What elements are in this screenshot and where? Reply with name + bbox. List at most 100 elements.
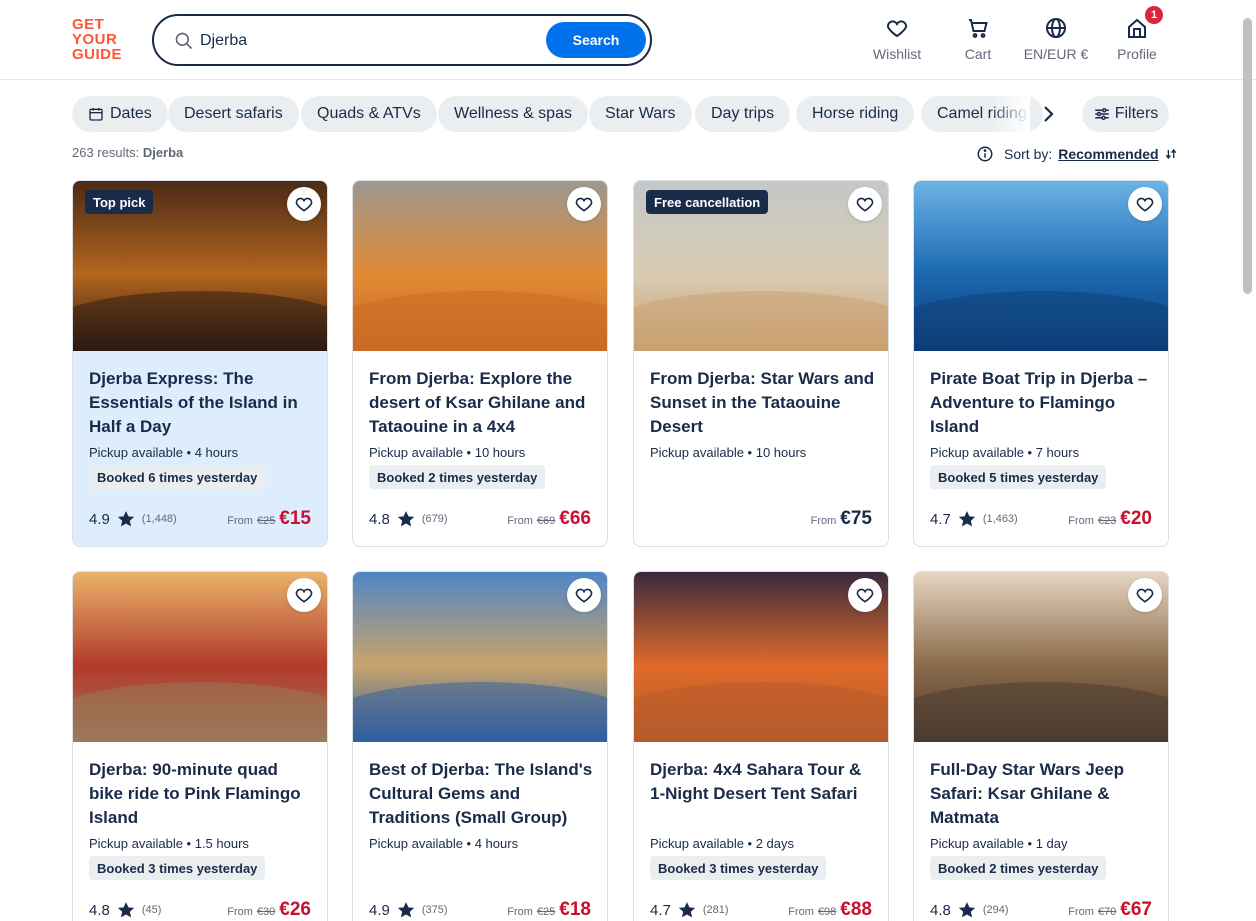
- sort-control[interactable]: Sort by: Recommended: [976, 144, 1179, 164]
- star-icon: [117, 902, 135, 918]
- rating-value: 4.9: [89, 510, 110, 528]
- price: From €25 €15: [227, 508, 311, 532]
- filters-button[interactable]: Filters: [1082, 96, 1169, 132]
- heart-icon: [856, 197, 874, 212]
- heart-icon: [295, 197, 313, 212]
- price-from: From: [227, 515, 253, 527]
- activity-card[interactable]: Pirate Boat Trip in Djerba – Adventure t…: [913, 180, 1169, 547]
- nav-language[interactable]: EN/EUR €: [1020, 16, 1092, 64]
- scrollbar[interactable]: [1243, 18, 1252, 294]
- wishlist-button[interactable]: [287, 578, 321, 612]
- activity-meta: Pickup available • 1.5 hours: [89, 836, 249, 851]
- chip-wellness-spas[interactable]: Wellness & spas: [438, 96, 588, 132]
- results-query: Djerba: [142, 145, 184, 160]
- price-from: From: [507, 906, 533, 918]
- review-count: (294): [982, 904, 1009, 916]
- activity-card[interactable]: Djerba: 90-minute quad bike ride to Pink…: [72, 571, 328, 921]
- nav-profile[interactable]: 1 Profile: [1112, 6, 1163, 64]
- chip-desert-safaris[interactable]: Desert safaris: [168, 96, 299, 132]
- price-current: €75: [840, 508, 872, 529]
- rating-value: 4.8: [89, 901, 110, 919]
- activity-title[interactable]: From Djerba: Explore the desert of Ksar …: [369, 367, 595, 439]
- sliders-icon: [1094, 108, 1109, 120]
- filters-label: Filters: [1114, 105, 1159, 122]
- rating: 4.9 (375): [369, 899, 448, 921]
- booked-badge: Booked 6 times yesterday: [89, 465, 266, 489]
- star-icon: [678, 902, 696, 918]
- review-count: (281): [702, 904, 729, 916]
- activity-title[interactable]: Djerba: 90-minute quad bike ride to Pink…: [89, 758, 315, 830]
- booked-badge: Booked 2 times yesterday: [930, 856, 1107, 880]
- sort-value[interactable]: Recommended: [1058, 146, 1158, 162]
- calendar-icon: [89, 108, 103, 121]
- activity-title[interactable]: Best of Djerba: The Island's Cultural Ge…: [369, 758, 595, 830]
- price-from: From: [1068, 906, 1094, 918]
- star-icon: [397, 511, 415, 527]
- filter-chips: Dates Desert safaris Quads & ATVs Wellne…: [72, 96, 1062, 132]
- wishlist-button[interactable]: [848, 578, 882, 612]
- activity-title[interactable]: Pirate Boat Trip in Djerba – Adventure t…: [930, 367, 1156, 439]
- rating: 4.9 (1,448): [89, 508, 177, 530]
- heart-icon: [575, 197, 593, 212]
- activity-card[interactable]: Top pick Djerba Express: The Essentials …: [72, 180, 328, 547]
- review-count: (679): [421, 513, 448, 525]
- wishlist-button[interactable]: [848, 187, 882, 221]
- chip-star-wars[interactable]: Star Wars: [589, 96, 692, 132]
- activity-card[interactable]: Djerba: 4x4 Sahara Tour & 1-Night Desert…: [633, 571, 889, 921]
- results-count-text: 263 results:: [72, 145, 140, 160]
- activity-title[interactable]: Full-Day Star Wars Jeep Safari: Ksar Ghi…: [930, 758, 1156, 830]
- profile-badge: 1: [1145, 6, 1163, 24]
- rating: 4.7 (281): [650, 899, 729, 921]
- nav-language-label: EN/EUR €: [1023, 46, 1089, 62]
- booked-badge: Booked 3 times yesterday: [650, 856, 827, 880]
- price-original: €69: [536, 515, 556, 527]
- wishlist-button[interactable]: [1128, 578, 1162, 612]
- rating: 4.8 (679): [369, 508, 448, 530]
- nav-wishlist[interactable]: Wishlist: [870, 16, 924, 64]
- wishlist-button[interactable]: [567, 187, 601, 221]
- star-icon: [117, 511, 135, 527]
- search-input[interactable]: [200, 28, 530, 54]
- nav-cart-label: Cart: [964, 46, 992, 62]
- search-button[interactable]: Search: [546, 22, 646, 58]
- chip-horse-riding[interactable]: Horse riding: [796, 96, 915, 132]
- activity-card[interactable]: From Djerba: Explore the desert of Ksar …: [352, 180, 608, 547]
- activity-title[interactable]: Djerba Express: The Essentials of the Is…: [89, 367, 315, 439]
- rating: 4.8 (45): [89, 899, 161, 921]
- price-from: From: [788, 906, 814, 918]
- activity-meta: Pickup available • 2 days: [650, 836, 795, 851]
- rating-value: 4.9: [369, 901, 390, 919]
- wishlist-button[interactable]: [1128, 187, 1162, 221]
- activity-title[interactable]: From Djerba: Star Wars and Sunset in the…: [650, 367, 876, 439]
- activity-card[interactable]: Best of Djerba: The Island's Cultural Ge…: [352, 571, 608, 921]
- booked-badge: Booked 2 times yesterday: [369, 465, 546, 489]
- wishlist-button[interactable]: [567, 578, 601, 612]
- price-original: €25: [536, 906, 556, 918]
- activity-meta: Pickup available • 7 hours: [930, 445, 1080, 460]
- header: GET YOUR GUIDE Search Wishlist Cart EN/E…: [0, 0, 1256, 80]
- price-current: €66: [559, 508, 591, 529]
- wishlist-button[interactable]: [287, 187, 321, 221]
- logo[interactable]: GET YOUR GUIDE: [72, 17, 130, 62]
- price: From €30 €26: [227, 899, 311, 921]
- chip-dates[interactable]: Dates: [72, 96, 168, 132]
- price-current: €67: [1120, 899, 1152, 920]
- nav-wishlist-label: Wishlist: [872, 46, 922, 62]
- activity-title[interactable]: Djerba: 4x4 Sahara Tour & 1-Night Desert…: [650, 758, 876, 806]
- star-icon: [958, 902, 976, 918]
- price-original: €98: [817, 906, 837, 918]
- price-original: €30: [256, 906, 276, 918]
- activity-card[interactable]: Free cancellation From Djerba: Star Wars…: [633, 180, 889, 547]
- chevron-right-icon[interactable]: [1036, 102, 1060, 126]
- activity-meta: Pickup available • 1 day: [930, 836, 1068, 851]
- search-box[interactable]: Search: [152, 14, 652, 66]
- price: From €69 €66: [507, 508, 591, 532]
- sort-arrows-icon[interactable]: [1163, 146, 1179, 162]
- info-icon[interactable]: [976, 145, 994, 163]
- activity-card[interactable]: Full-Day Star Wars Jeep Safari: Ksar Ghi…: [913, 571, 1169, 921]
- activity-meta: Pickup available • 4 hours: [369, 836, 519, 851]
- nav-cart[interactable]: Cart: [958, 16, 998, 64]
- chip-day-trips[interactable]: Day trips: [695, 96, 791, 132]
- price-current: €20: [1120, 508, 1152, 529]
- chip-quads-atvs[interactable]: Quads & ATVs: [301, 96, 437, 132]
